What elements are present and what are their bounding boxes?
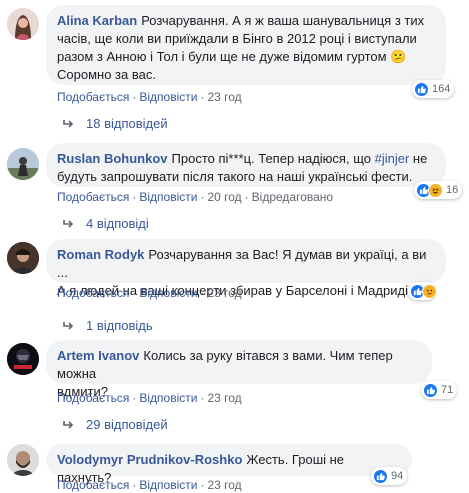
comment-text-line: разом з Анною і Тол і були ще не дуже ві… <box>57 49 407 64</box>
comment-author[interactable]: Alina Karban <box>57 13 137 28</box>
comment-text-line: будуть запрошувати після такого на наші … <box>57 169 413 184</box>
reaction-count: 164 <box>432 83 451 95</box>
like-button[interactable]: Подобається <box>57 391 129 405</box>
comment-text: не <box>412 151 428 166</box>
reply-button[interactable]: Відповісти <box>139 391 197 405</box>
separator: · <box>244 190 249 204</box>
sad-icon <box>422 283 437 299</box>
separator: · <box>132 391 137 405</box>
comment-bubble: Ruslan Bohunkov Просто пі***ц. Тепер наді… <box>46 143 446 187</box>
reactions-summary[interactable]: 94 <box>371 467 408 485</box>
comment-author[interactable]: Volodymyr Prudnikov-Roshko <box>57 452 242 467</box>
separator: · <box>132 190 137 204</box>
like-icon <box>414 81 429 97</box>
haha-icon <box>428 182 443 198</box>
comment-author[interactable]: Artem Ivanov <box>57 348 139 363</box>
comment-bubble: Artem Ivanov Колись за руку вітався з вам… <box>46 340 432 399</box>
comment-text-line: Соромно за вас. <box>57 67 156 82</box>
reply-arrow-icon <box>63 220 74 228</box>
reaction-count: 16 <box>446 184 459 196</box>
comment-actions: Подобається · Відповісти · 23 год <box>57 477 242 493</box>
replies-count: 18 відповідей <box>86 116 168 131</box>
separator: · <box>200 391 205 405</box>
comment-bubble: Alina Karban Розчарування. А я ж ваша шан… <box>46 5 446 85</box>
separator: · <box>200 286 205 300</box>
view-replies-link[interactable]: 29 відповідей <box>62 416 168 434</box>
reactions-summary[interactable]: 164 <box>412 80 455 98</box>
reply-button[interactable]: Відповісти <box>139 90 197 104</box>
reply-button[interactable]: Відповісти <box>139 286 197 300</box>
separator: · <box>200 90 205 104</box>
reply-button[interactable]: Відповісти <box>139 478 197 492</box>
replies-count: 29 відповідей <box>86 417 168 432</box>
separator: · <box>200 190 205 204</box>
reactions-summary[interactable] <box>408 282 437 300</box>
like-icon <box>423 382 438 398</box>
timestamp[interactable]: 23 год <box>207 478 241 492</box>
timestamp[interactable]: 23 год <box>207 286 241 300</box>
reactions-summary[interactable]: 16 <box>414 181 463 199</box>
comment-bubble: Roman Rodyk Розчарування за Вас! Я думав … <box>46 239 446 298</box>
reactions-summary[interactable]: 71 <box>421 381 458 399</box>
comment-text-line: Просто пі***ц. Тепер надіюся, що <box>171 151 371 166</box>
separator: · <box>200 478 205 492</box>
separator: · <box>132 478 137 492</box>
comment-actions: Подобається · Відповісти · 20 год · Відредагов… <box>57 189 333 205</box>
comment-text-line: Розчарування. А я ж ваша шанувальниця з … <box>141 13 425 28</box>
comment-actions: Подобається · Відповісти · 23 год <box>57 390 242 406</box>
like-icon <box>373 468 388 484</box>
reply-arrow-icon <box>63 322 74 330</box>
separator: · <box>132 90 137 104</box>
timestamp[interactable]: 20 год <box>207 190 241 204</box>
reply-button[interactable]: Відповісти <box>139 190 197 204</box>
view-replies-link[interactable]: 4 відповіді <box>62 215 149 233</box>
like-button[interactable]: Подобається <box>57 478 129 492</box>
hashtag-link[interactable]: #jinjer <box>375 151 410 166</box>
avatar[interactable] <box>7 8 39 40</box>
reply-arrow-icon <box>63 120 74 128</box>
like-button[interactable]: Подобається <box>57 90 129 104</box>
replies-count: 4 відповіді <box>86 216 149 231</box>
avatar[interactable] <box>7 343 39 375</box>
view-replies-link[interactable]: 18 відповідей <box>62 115 168 133</box>
comment-bubble: Volodymyr Prudnikov-Roshko Жесть. Гроші н… <box>46 444 412 485</box>
reaction-count: 71 <box>441 384 454 396</box>
reaction-count: 94 <box>391 470 404 482</box>
reply-arrow-icon <box>63 421 74 429</box>
edited-label[interactable]: Відредаговано <box>252 190 333 204</box>
comment-text-line: часів, ще коли ви приїждали в Бінго в 20… <box>57 31 417 46</box>
timestamp[interactable]: 23 год <box>207 391 241 405</box>
comment-author[interactable]: Ruslan Bohunkov <box>57 151 168 166</box>
comment-actions: Подобається · Відповісти · 23 год <box>57 285 242 301</box>
view-replies-link[interactable]: 1 відповідь <box>62 317 153 335</box>
replies-count: 1 відповідь <box>86 318 153 333</box>
avatar[interactable] <box>7 444 39 476</box>
like-button[interactable]: Подобається <box>57 190 129 204</box>
avatar[interactable] <box>7 148 39 180</box>
like-button[interactable]: Подобається <box>57 286 129 300</box>
comment-actions: Подобається · Відповісти · 23 год <box>57 89 242 105</box>
comment-author[interactable]: Roman Rodyk <box>57 247 144 262</box>
timestamp[interactable]: 23 год <box>207 90 241 104</box>
avatar[interactable] <box>7 242 39 274</box>
separator: · <box>132 286 137 300</box>
